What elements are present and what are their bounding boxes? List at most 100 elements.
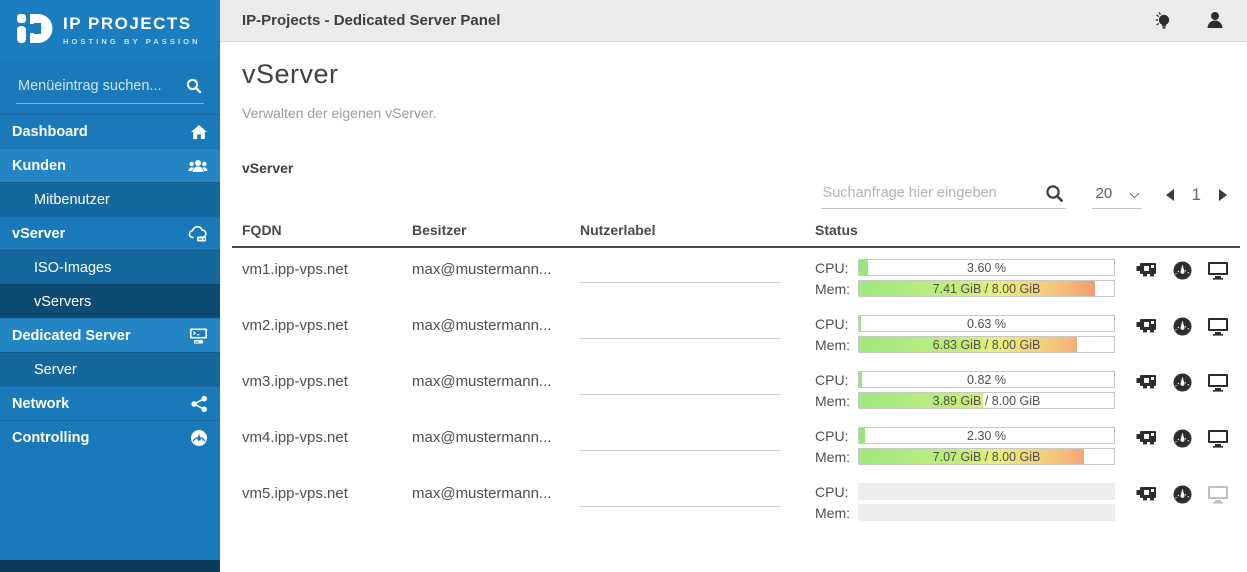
row-actions (1135, 485, 1243, 504)
ip-projects-logo-icon (12, 7, 54, 54)
logo-tagline: HOSTING BY PASSION (63, 37, 201, 46)
search-icon[interactable] (1045, 184, 1064, 208)
sidebar-item-iso-images[interactable]: ISO-Images (0, 250, 220, 284)
column-header-status: Status (815, 222, 858, 238)
network-card-icon[interactable] (1135, 373, 1158, 392)
mem-label: Mem: (815, 337, 858, 353)
console-monitor-icon[interactable] (1207, 429, 1229, 448)
mem-value: 6.83 GiB / 8.00 GiB (859, 337, 1114, 353)
sidebar-item-server[interactable]: Server (0, 352, 220, 386)
home-icon (190, 123, 208, 141)
row-actions (1135, 317, 1243, 336)
table-row: vm3.ipp-vps.net max@mustermann... CPU: 0… (220, 361, 1247, 417)
page-size-select[interactable]: 20 (1092, 181, 1142, 209)
sidebar-item-label: Server (34, 362, 77, 378)
network-card-icon[interactable] (1135, 485, 1158, 504)
console-monitor-icon[interactable] (1207, 373, 1229, 392)
gauge-icon[interactable] (1172, 429, 1193, 448)
fqdn-cell: vm1.ipp-vps.net (242, 261, 348, 278)
sidebar-search-input[interactable] (16, 74, 186, 98)
user-label-input[interactable] (580, 479, 780, 507)
cpu-label: CPU: (815, 316, 858, 332)
terminal-monitor-icon (189, 327, 208, 344)
sidebar-item-vservers[interactable]: vServers (0, 284, 220, 318)
status-cell: CPU: 3.60 % Mem: 7.41 GiB / 8.00 GiB (815, 259, 1115, 297)
gauge-icon[interactable] (1172, 373, 1193, 392)
sidebar-item-label: Mitbenutzer (34, 192, 110, 208)
sidebar-item-network[interactable]: Network (0, 386, 220, 420)
mem-label: Mem: (815, 449, 858, 465)
owner-cell: max@mustermann... (412, 261, 551, 278)
row-actions (1135, 429, 1243, 448)
user-label-input[interactable] (580, 367, 780, 395)
table-row: vm5.ipp-vps.net max@mustermann... CPU: M… (220, 473, 1247, 529)
share-nodes-icon (191, 395, 208, 412)
owner-cell: max@mustermann... (412, 485, 551, 502)
status-cell: CPU: Mem: (815, 483, 1115, 521)
sidebar-item-label: Kunden (12, 158, 66, 174)
user-label-input[interactable] (580, 255, 780, 283)
app-window: IP PROJECTS HOSTING BY PASSION Dashboard… (0, 0, 1247, 572)
gauge-icon[interactable] (1172, 485, 1193, 504)
users-icon (188, 158, 208, 174)
next-page-icon[interactable] (1219, 189, 1227, 201)
column-header-besitzer: Besitzer (412, 222, 466, 238)
user-label-input[interactable] (580, 311, 780, 339)
page-title: vServer (242, 59, 339, 90)
sidebar-item-mitbenutzer[interactable]: Mitbenutzer (0, 182, 220, 216)
status-cell: CPU: 0.63 % Mem: 6.83 GiB / 8.00 GiB (815, 315, 1115, 353)
mem-label: Mem: (815, 393, 858, 409)
sidebar-footer (0, 560, 220, 572)
sidebar-item-dashboard[interactable]: Dashboard (0, 114, 220, 148)
fqdn-cell: vm5.ipp-vps.net (242, 485, 348, 502)
prev-page-icon[interactable] (1166, 189, 1174, 201)
status-cell: CPU: 0.82 % Mem: 3.89 GiB / 8.00 GiB (815, 371, 1115, 409)
gauge-icon (190, 429, 208, 447)
sidebar-item-kunden[interactable]: Kunden (0, 148, 220, 182)
user-icon[interactable] (1205, 10, 1225, 35)
row-actions (1135, 261, 1243, 280)
table-header: FQDN Besitzer Nutzerlabel Status (220, 222, 1247, 247)
network-card-icon[interactable] (1135, 261, 1158, 280)
mem-value: 3.89 GiB / 8.00 GiB (859, 393, 1114, 409)
fqdn-cell: vm3.ipp-vps.net (242, 373, 348, 390)
cpu-label: CPU: (815, 428, 858, 444)
cpu-label: CPU: (815, 484, 858, 500)
console-monitor-icon[interactable] (1207, 317, 1229, 336)
table-controls: 20 1 (821, 181, 1227, 209)
cpu-value: 0.63 % (859, 316, 1114, 332)
network-card-icon[interactable] (1135, 429, 1158, 448)
cloud-server-icon (188, 225, 208, 242)
gauge-icon[interactable] (1172, 261, 1193, 280)
sidebar-item-vserver[interactable]: vServer (0, 216, 220, 250)
main-content: vServer Verwalten der eigenen vServer. v… (220, 43, 1247, 572)
table-search-input[interactable] (821, 181, 1033, 205)
logo[interactable]: IP PROJECTS HOSTING BY PASSION (0, 0, 220, 60)
column-header-fqdn: FQDN (242, 222, 282, 238)
console-monitor-icon[interactable] (1207, 485, 1229, 504)
user-label-input[interactable] (580, 423, 780, 451)
sidebar-item-label: Dashboard (12, 124, 88, 140)
network-card-icon[interactable] (1135, 317, 1158, 336)
search-icon[interactable] (186, 78, 202, 99)
lightbulb-icon[interactable] (1153, 10, 1175, 37)
sidebar-item-label: Dedicated Server (12, 328, 130, 344)
mem-bar (858, 504, 1115, 521)
cpu-bar: 2.30 % (858, 427, 1115, 444)
cpu-bar: 3.60 % (858, 259, 1115, 276)
fqdn-cell: vm2.ipp-vps.net (242, 317, 348, 334)
row-actions (1135, 373, 1243, 392)
sidebar-menu: Dashboard Kunden Mitbenutzer vServer (0, 114, 220, 454)
cpu-label: CPU: (815, 260, 858, 276)
console-monitor-icon[interactable] (1207, 261, 1229, 280)
fqdn-cell: vm4.ipp-vps.net (242, 429, 348, 446)
gauge-icon[interactable] (1172, 317, 1193, 336)
sidebar-item-controlling[interactable]: Controlling (0, 420, 220, 454)
cpu-value: 3.60 % (859, 260, 1114, 276)
table-row: vm4.ipp-vps.net max@mustermann... CPU: 2… (220, 417, 1247, 473)
mem-bar: 7.41 GiB / 8.00 GiB (858, 280, 1115, 297)
column-header-nutzerlabel: Nutzerlabel (580, 222, 655, 238)
sidebar-search (16, 74, 204, 104)
status-cell: CPU: 2.30 % Mem: 7.07 GiB / 8.00 GiB (815, 427, 1115, 465)
sidebar-item-dedicated-server[interactable]: Dedicated Server (0, 318, 220, 352)
